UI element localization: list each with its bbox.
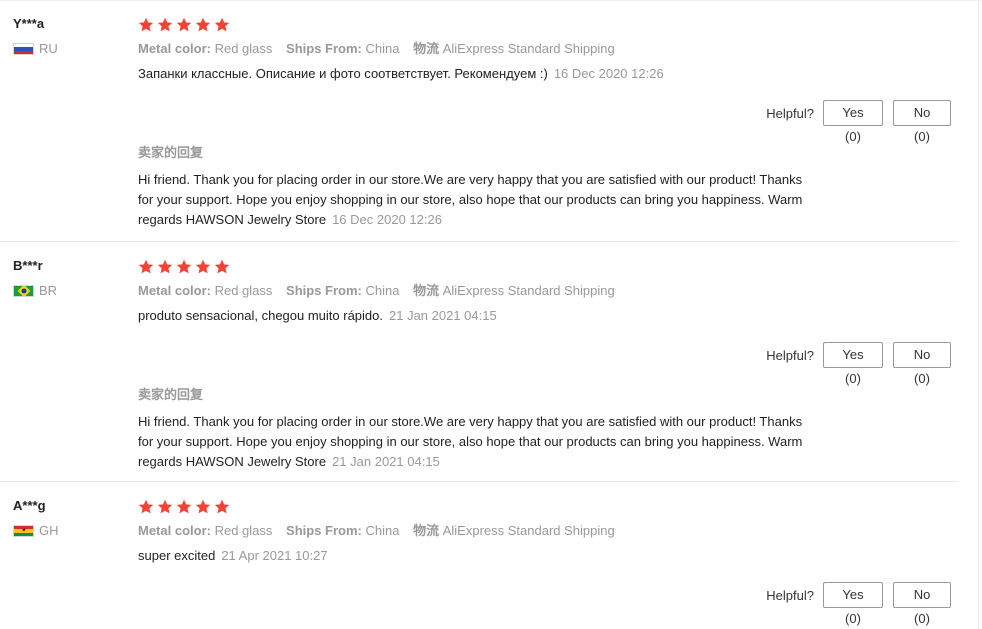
seller-reply-title: 卖家的回复 bbox=[138, 387, 204, 402]
star-icon bbox=[195, 499, 211, 515]
review-time: 21 Jan 2021 04:15 bbox=[389, 308, 497, 323]
flag-br-icon bbox=[13, 285, 34, 297]
star-icon bbox=[176, 499, 192, 515]
ships-from-value: China bbox=[365, 523, 400, 538]
helpful-yes-button[interactable]: Yes (0) bbox=[823, 582, 883, 626]
reviewer-info: A***g ★ GH bbox=[13, 498, 59, 538]
star-icon bbox=[138, 259, 154, 275]
seller-reply: 卖家的回复 Hi friend. Thank you for placing o… bbox=[138, 387, 818, 472]
star-icon bbox=[157, 499, 173, 515]
helpful-yes-button[interactable]: Yes (0) bbox=[823, 100, 883, 144]
review-feedback: produto sensacional, chegou muito rápido… bbox=[138, 308, 497, 324]
star-icon bbox=[214, 499, 230, 515]
country-code: GH bbox=[39, 523, 59, 538]
order-properties: Metal color: Red glass Ships From: China… bbox=[138, 41, 625, 57]
metal-color-value: Red glass bbox=[214, 41, 273, 56]
helpful-no-button[interactable]: No (0) bbox=[893, 582, 951, 626]
ships-from-value: China bbox=[365, 41, 400, 56]
helpful-vote: Helpful? Yes (0) No (0) bbox=[766, 582, 951, 626]
star-rating bbox=[138, 259, 233, 276]
review-text: Запанки классные. Описание и фото соотве… bbox=[138, 66, 548, 81]
review-time: 21 Apr 2021 10:27 bbox=[221, 548, 328, 563]
reviewer-name: B***r bbox=[13, 258, 43, 273]
logistics-value: AliExpress Standard Shipping bbox=[442, 41, 615, 56]
review-text: super excited bbox=[138, 548, 216, 563]
helpful-vote: Helpful? Yes (0) No (0) bbox=[766, 342, 951, 386]
star-icon bbox=[214, 259, 230, 275]
logistics-prop: 物流 AliExpress Standard Shipping bbox=[413, 523, 615, 539]
metal-color-label: Metal color: bbox=[138, 523, 211, 538]
metal-color-label: Metal color: bbox=[138, 283, 211, 298]
star-icon bbox=[157, 17, 173, 33]
reviewer-name: Y***a bbox=[13, 16, 45, 31]
star-icon bbox=[214, 17, 230, 33]
seller-reply-text: Hi friend. Thank you for placing order i… bbox=[138, 172, 803, 227]
seller-reply: 卖家的回复 Hi friend. Thank you for placing o… bbox=[138, 145, 818, 230]
reviewer-info: B***r BR bbox=[13, 258, 57, 298]
reviewer-info: Y***a RU bbox=[13, 16, 58, 56]
star-rating bbox=[138, 499, 233, 516]
reviewer-country: BR bbox=[13, 284, 57, 298]
review-item: B***r BR Metal color: Red glass Ships Fr… bbox=[0, 242, 958, 482]
right-border bbox=[978, 0, 979, 629]
metal-color-label: Metal color: bbox=[138, 41, 211, 56]
star-icon bbox=[195, 259, 211, 275]
seller-reply-text: Hi friend. Thank you for placing order i… bbox=[138, 414, 803, 469]
star-icon bbox=[195, 17, 211, 33]
logistics-value: AliExpress Standard Shipping bbox=[442, 523, 615, 538]
order-properties: Metal color: Red glass Ships From: China… bbox=[138, 283, 625, 299]
reviewer-name: A***g bbox=[13, 498, 46, 513]
helpful-label: Helpful? bbox=[766, 105, 814, 121]
ships-from-label: Ships From: bbox=[286, 523, 362, 538]
helpful-label: Helpful? bbox=[766, 347, 814, 363]
seller-reply-body: Hi friend. Thank you for placing order i… bbox=[138, 170, 818, 230]
helpful-label: Helpful? bbox=[766, 587, 814, 603]
star-icon bbox=[138, 17, 154, 33]
logistics-value: AliExpress Standard Shipping bbox=[442, 283, 615, 298]
metal-color-prop: Metal color: Red glass bbox=[138, 41, 272, 57]
seller-reply-time: 16 Dec 2020 12:26 bbox=[332, 212, 442, 227]
seller-reply-time: 21 Jan 2021 04:15 bbox=[332, 454, 440, 469]
metal-color-value: Red glass bbox=[214, 523, 273, 538]
country-code: BR bbox=[39, 283, 58, 298]
reviewer-country: RU bbox=[13, 42, 58, 56]
ships-from-prop: Ships From: China bbox=[286, 41, 399, 57]
helpful-no-button[interactable]: No (0) bbox=[893, 100, 951, 144]
flag-ru-icon bbox=[13, 43, 34, 55]
metal-color-prop: Metal color: Red glass bbox=[138, 523, 272, 539]
review-item: Y***a RU Metal color: Red glass Ships Fr… bbox=[0, 0, 958, 242]
ships-from-label: Ships From: bbox=[286, 283, 362, 298]
review-time: 16 Dec 2020 12:26 bbox=[553, 66, 664, 81]
ships-from-label: Ships From: bbox=[286, 41, 362, 56]
metal-color-prop: Metal color: Red glass bbox=[138, 283, 272, 299]
ships-from-value: China bbox=[365, 283, 400, 298]
star-icon bbox=[138, 499, 154, 515]
logistics-label: 物流 bbox=[413, 523, 440, 538]
seller-reply-title: 卖家的回复 bbox=[138, 145, 204, 160]
helpful-yes-button[interactable]: Yes (0) bbox=[823, 342, 883, 386]
star-icon bbox=[176, 17, 192, 33]
order-properties: Metal color: Red glass Ships From: China… bbox=[138, 523, 625, 539]
review-feedback: Запанки классные. Описание и фото соотве… bbox=[138, 66, 664, 82]
review-feedback: super excited 21 Apr 2021 10:27 bbox=[138, 548, 328, 564]
metal-color-value: Red glass bbox=[214, 283, 273, 298]
logistics-prop: 物流 AliExpress Standard Shipping bbox=[413, 41, 615, 57]
ships-from-prop: Ships From: China bbox=[286, 523, 399, 539]
helpful-vote: Helpful? Yes (0) No (0) bbox=[766, 100, 951, 144]
helpful-no-button[interactable]: No (0) bbox=[893, 342, 951, 386]
reviewer-country: ★ GH bbox=[13, 524, 59, 538]
star-rating bbox=[138, 17, 233, 34]
country-code: RU bbox=[39, 41, 58, 56]
review-item: A***g ★ GH Metal color: Red glass Ships … bbox=[0, 482, 958, 629]
logistics-prop: 物流 AliExpress Standard Shipping bbox=[413, 283, 615, 299]
star-icon bbox=[157, 259, 173, 275]
seller-reply-body: Hi friend. Thank you for placing order i… bbox=[138, 412, 818, 472]
logistics-label: 物流 bbox=[413, 283, 440, 298]
star-icon bbox=[176, 259, 192, 275]
review-text: produto sensacional, chegou muito rápido… bbox=[138, 308, 383, 323]
logistics-label: 物流 bbox=[413, 41, 440, 56]
ships-from-prop: Ships From: China bbox=[286, 283, 399, 299]
flag-gh-icon: ★ bbox=[13, 525, 34, 537]
